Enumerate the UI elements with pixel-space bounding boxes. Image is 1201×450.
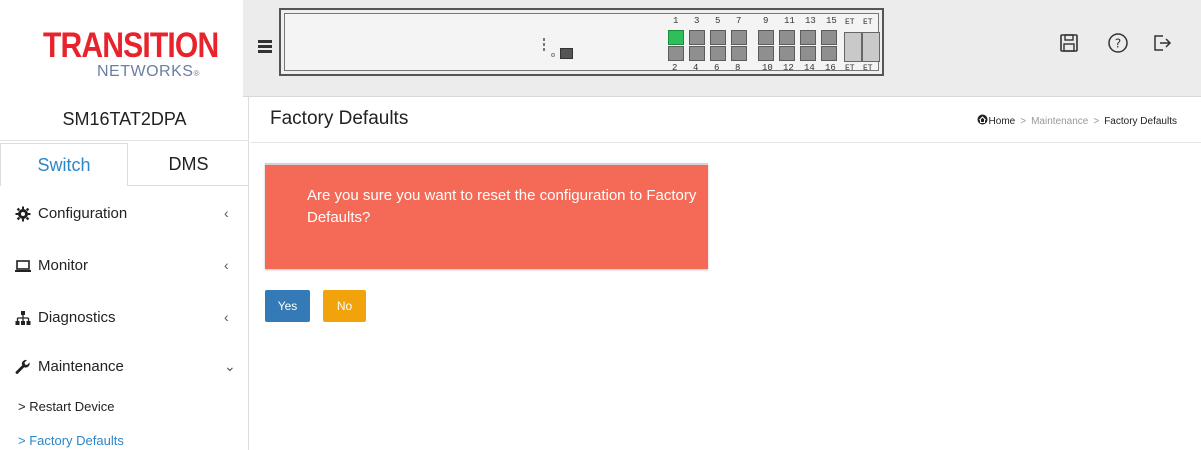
confirm-alert: Are you sure you want to reset the confi… [265, 163, 708, 269]
breadcrumb: Home > Maintenance > Factory Defaults [977, 114, 1177, 127]
logo-registered-mark: ® [193, 69, 200, 78]
ethernet-port-9[interactable] [758, 30, 774, 45]
sitemap-icon [15, 310, 31, 326]
port-label-bottom: 6 [714, 63, 720, 73]
wrench-icon [15, 359, 31, 375]
status-led [551, 53, 555, 57]
breadcrumb-separator: > [1020, 116, 1027, 127]
port-label-top: 13 [805, 16, 816, 26]
ethernet-port-13[interactable] [800, 30, 816, 45]
yes-button[interactable]: Yes [265, 290, 310, 322]
port-label-bottom: 2 [672, 63, 678, 73]
port-label-bottom: 14 [804, 63, 815, 73]
ethernet-port-11[interactable] [779, 30, 795, 45]
sidebar-item-monitor[interactable]: Monitor ‹ [0, 241, 249, 291]
sfp-port-2[interactable] [844, 32, 862, 62]
sidebar-subitem-factory-defaults[interactable]: > Factory Defaults [18, 433, 124, 448]
ethernet-port-6[interactable] [710, 46, 726, 61]
ethernet-port-7[interactable] [731, 30, 747, 45]
port-label-top: 5 [715, 16, 721, 26]
sidebar-item-configuration[interactable]: Configuration ‹ [0, 189, 249, 239]
sidebar-item-label: Monitor [38, 257, 89, 274]
home-icon [977, 114, 988, 125]
ethernet-port-12[interactable] [779, 46, 795, 61]
chevron-down-icon: ⌄ [224, 358, 236, 374]
port-label-bottom: 16 [825, 63, 836, 73]
content-header: Factory Defaults Home > Maintenance > Factor… [250, 97, 1201, 143]
sfp-port-1[interactable] [862, 32, 880, 62]
top-header: TRANSITION NETWORKS® 1 3 5 7 9 11 13 15 2 4 6 8 10 12… [0, 0, 1201, 97]
sidebar-item-label: Diagnostics [38, 309, 116, 326]
console-port [560, 48, 573, 59]
sidebar-item-diagnostics[interactable]: Diagnostics ‹ [0, 293, 249, 343]
monitor-icon [15, 258, 31, 274]
logo-text-transition: TRANSITION [43, 26, 219, 65]
sidebar-item-label: Configuration [38, 205, 128, 222]
status-led-dots [543, 38, 547, 58]
port-label-bottom: 8 [735, 63, 741, 73]
sfp-label-bottom-2: ET [863, 64, 873, 73]
sfp-label-bottom-1: ET [845, 64, 855, 73]
port-label-top: 9 [763, 16, 769, 26]
sidebar-subitem-restart-device[interactable]: > Restart Device [18, 399, 114, 414]
breadcrumb-separator: > [1093, 116, 1100, 127]
breadcrumb-maintenance[interactable]: Maintenance [1031, 116, 1088, 127]
page-title: Factory Defaults [270, 108, 409, 129]
chevron-left-icon: ‹ [224, 205, 229, 221]
logo-text-networks: NETWORKS® [97, 64, 200, 80]
ethernet-port-14[interactable] [800, 46, 816, 61]
ethernet-port-3[interactable] [689, 30, 705, 45]
switch-panel-inner: 1 3 5 7 9 11 13 15 2 4 6 8 10 12 14 16 ET ET ET ET [284, 13, 880, 73]
ethernet-port-8[interactable] [731, 46, 747, 61]
save-icon[interactable] [1058, 32, 1080, 54]
device-name: SM16TAT2DPA [0, 97, 249, 141]
breadcrumb-current: Factory Defaults [1104, 116, 1177, 127]
port-label-bottom: 4 [693, 63, 699, 73]
ethernet-port-5[interactable] [710, 30, 726, 45]
alert-message: Are you sure you want to reset the confi… [307, 187, 697, 226]
port-label-top: 3 [694, 16, 700, 26]
port-label-top: 11 [784, 16, 795, 26]
logout-icon[interactable] [1151, 32, 1173, 54]
sfp-label-top-2: ET [863, 18, 873, 27]
sfp-label-top-1: ET [845, 18, 855, 27]
sidebar: SM16TAT2DPA Switch DMS Configuration ‹ M… [0, 97, 249, 450]
tab-dms[interactable]: DMS [128, 143, 249, 186]
port-label-bottom: 12 [783, 63, 794, 73]
menu-toggle-icon[interactable] [258, 40, 272, 54]
ethernet-port-10[interactable] [758, 46, 774, 61]
switch-front-panel: 1 3 5 7 9 11 13 15 2 4 6 8 10 12 14 16 ET ET ET ET [279, 8, 884, 76]
chevron-left-icon: ‹ [224, 309, 229, 325]
no-button[interactable]: No [323, 290, 366, 322]
chevron-left-icon: ‹ [224, 257, 229, 273]
sidebar-item-maintenance[interactable]: Maintenance ⌄ [0, 342, 249, 392]
tab-switch[interactable]: Switch [0, 143, 128, 186]
ethernet-port-1[interactable] [668, 30, 684, 45]
port-label-top: 15 [826, 16, 837, 26]
ethernet-port-2[interactable] [668, 46, 684, 61]
port-label-top: 1 [673, 16, 679, 26]
port-label-top: 7 [736, 16, 742, 26]
ethernet-port-15[interactable] [821, 30, 837, 45]
logo: TRANSITION NETWORKS® [0, 0, 243, 97]
gear-icon [15, 206, 31, 222]
ethernet-port-4[interactable] [689, 46, 705, 61]
help-icon[interactable]: ? [1107, 32, 1129, 54]
breadcrumb-home[interactable]: Home [989, 116, 1016, 127]
logo-networks-word: NETWORKS [97, 63, 194, 80]
sidebar-item-label: Maintenance [38, 358, 124, 375]
ethernet-port-16[interactable] [821, 46, 837, 61]
port-label-bottom: 10 [762, 63, 773, 73]
svg-text:?: ? [1115, 37, 1121, 51]
